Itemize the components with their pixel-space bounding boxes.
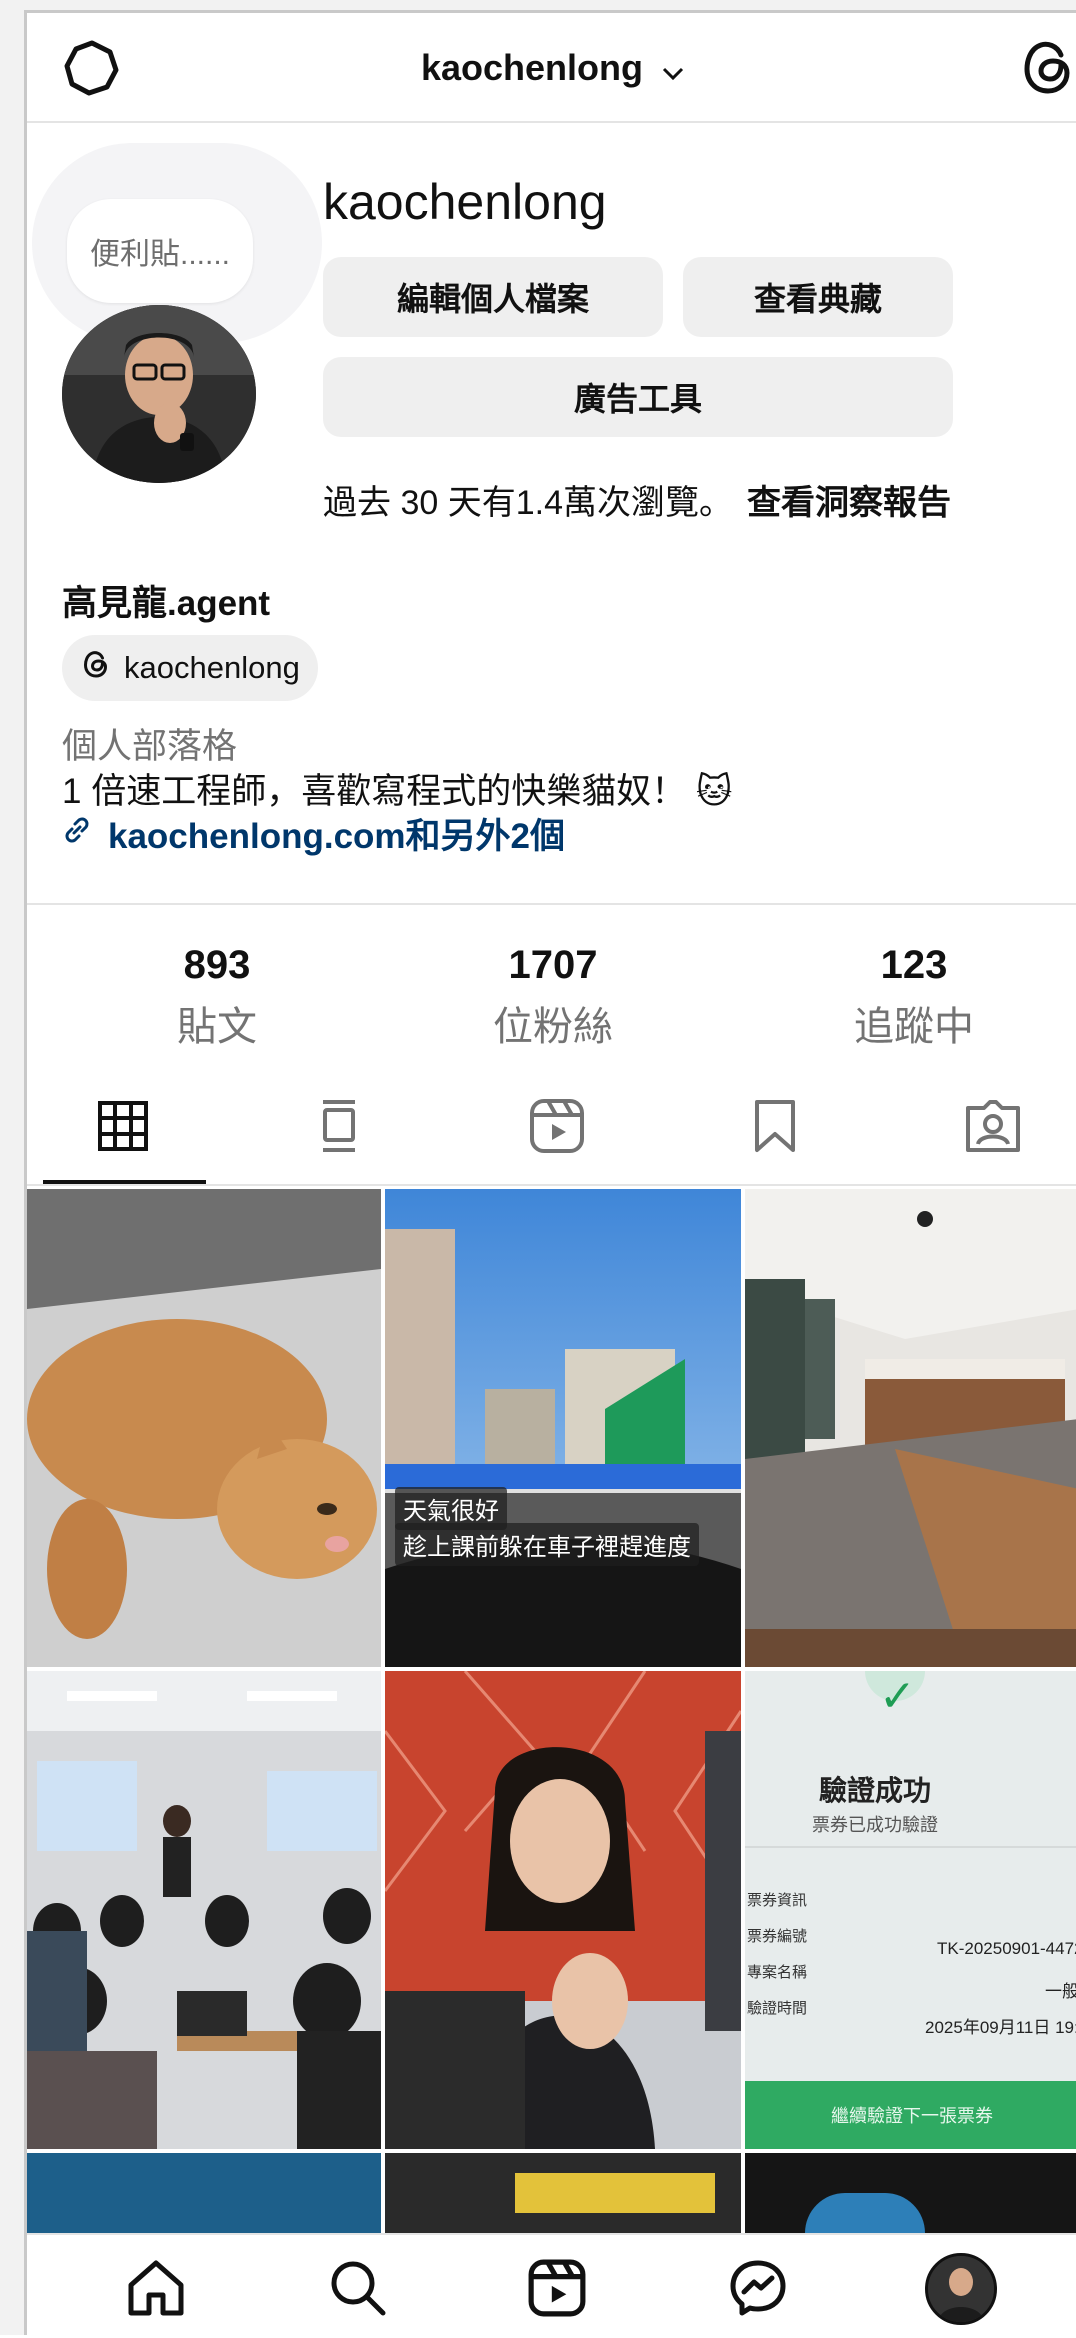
instagram-profile-page: kaochenlong 便利貼...... kaochenlong 編輯個人檔案… bbox=[24, 10, 1076, 2338]
saved-icon bbox=[751, 1098, 799, 1159]
threads-badge[interactable]: kaochenlong bbox=[62, 635, 318, 701]
tab-reels[interactable] bbox=[517, 1088, 597, 1168]
sign-shape bbox=[515, 2173, 715, 2213]
display-name: 高見龍.agent bbox=[62, 584, 271, 623]
edit-profile-button[interactable]: 編輯個人檔案 bbox=[323, 257, 663, 337]
hall-interior-photo bbox=[745, 1189, 1076, 1667]
profile-link[interactable]: kaochenlong.com和另外2個 bbox=[62, 808, 565, 859]
following-label: 追蹤中 bbox=[854, 1005, 974, 1049]
posts-label: 貼文 bbox=[177, 1005, 257, 1049]
tabs-divider bbox=[27, 1184, 1076, 1186]
post-tile[interactable]: ✓ 驗證成功 票券已成功驗證 票券資訊 票券編號 專案名稱 驗證時間 TK-20… bbox=[745, 1671, 1076, 2149]
search-icon bbox=[327, 2257, 389, 2324]
tab-feed[interactable] bbox=[299, 1088, 379, 1168]
post-tile[interactable]: 天氣很好 趁上課前躲在車子裡趕進度 bbox=[385, 1189, 741, 1667]
post-tile[interactable] bbox=[385, 1671, 741, 2149]
next-ticket-button: 繼續驗證下一張票券 bbox=[745, 2081, 1076, 2149]
label-time: 驗證時間 bbox=[747, 2000, 808, 2017]
reels-icon bbox=[528, 1097, 586, 1160]
home-icon bbox=[125, 2257, 187, 2324]
posts-count[interactable]: 893 貼文 bbox=[67, 943, 367, 1052]
verify-subtitle: 票券已成功驗證 bbox=[812, 1815, 938, 1835]
username-switcher[interactable]: kaochenlong bbox=[27, 47, 1076, 91]
verify-time: 2025年09月11日 19:0 bbox=[925, 2018, 1076, 2037]
label-ticket-no: 票券編號 bbox=[747, 1928, 808, 1945]
section-divider bbox=[27, 903, 1076, 905]
posts-value: 893 bbox=[183, 943, 251, 987]
tab-grid[interactable] bbox=[83, 1088, 163, 1168]
post-tile[interactable] bbox=[27, 1189, 381, 1667]
grid-icon bbox=[97, 1100, 149, 1157]
profile-link-text: kaochenlong.com和另外2個 bbox=[108, 817, 566, 856]
profile-bio: 1 倍速工程師，喜歡寫程式的快樂貓奴！ 🐱 bbox=[62, 772, 733, 811]
label-project: 專案名稱 bbox=[747, 1964, 808, 1981]
classroom-photo bbox=[27, 1671, 381, 2149]
nav-reels[interactable] bbox=[526, 2259, 588, 2321]
ticket-number: TK-20250901-4472 bbox=[937, 1939, 1076, 1958]
sports-court-photo bbox=[385, 1189, 741, 1667]
ad-tools-button[interactable]: 廣告工具 bbox=[323, 357, 953, 437]
orange-cat-photo bbox=[27, 1189, 381, 1667]
label-info: 票券資訊 bbox=[747, 1892, 808, 1909]
screen-divider bbox=[745, 1846, 1076, 1848]
verification-screen-photo: ✓ 驗證成功 票券已成功驗證 票券資訊 票券編號 專案名稱 驗證時間 TK-20… bbox=[745, 1671, 1076, 2149]
following-value: 123 bbox=[880, 943, 948, 987]
post-tile[interactable] bbox=[745, 2153, 1076, 2239]
tab-saved[interactable] bbox=[735, 1088, 815, 1168]
header-username: kaochenlong bbox=[420, 47, 643, 88]
followers-value: 1707 bbox=[508, 943, 598, 987]
nav-messenger[interactable] bbox=[727, 2259, 789, 2321]
top-header: kaochenlong bbox=[27, 13, 1076, 123]
view-archive-button[interactable]: 查看典藏 bbox=[683, 257, 953, 337]
profile-note[interactable]: 便利貼...... bbox=[67, 199, 253, 303]
bottom-navigation bbox=[27, 2233, 1076, 2338]
dashboard-glow bbox=[805, 2193, 925, 2233]
post-tile[interactable] bbox=[27, 1671, 381, 2149]
checkmark-icon: ✓ bbox=[879, 1672, 916, 1721]
posts-grid: 天氣很好 趁上課前躲在車子裡趕進度 ✓ 驗證成功 票券已成功驗證 票券資訊 票券… bbox=[27, 1189, 1076, 2239]
ticket-labels: 票券資訊 票券編號 專案名稱 驗證時間 bbox=[747, 1883, 807, 2027]
threads-small-icon bbox=[80, 648, 112, 688]
ticket-type: 一般 bbox=[1045, 1982, 1076, 2001]
threads-icon[interactable] bbox=[1017, 35, 1076, 99]
verify-title: 驗證成功 bbox=[818, 1775, 931, 1806]
reels-icon bbox=[527, 2258, 587, 2323]
feed-icon bbox=[315, 1098, 363, 1159]
tab-tagged[interactable] bbox=[953, 1088, 1033, 1168]
post-tile[interactable] bbox=[745, 1189, 1076, 1667]
following-count[interactable]: 123 追蹤中 bbox=[764, 943, 1064, 1052]
post-caption-line2: 趁上課前躲在車子裡趕進度 bbox=[395, 1523, 699, 1566]
threads-handle: kaochenlong bbox=[124, 650, 300, 685]
tagged-icon bbox=[964, 1098, 1022, 1159]
followers-count[interactable]: 1707 位粉絲 bbox=[403, 943, 703, 1052]
insights-text: 過去 30 天有1.4萬次瀏覽。 bbox=[323, 484, 733, 522]
nav-home[interactable] bbox=[125, 2259, 187, 2321]
note-text: 便利貼...... bbox=[89, 238, 230, 271]
insights-summary: 過去 30 天有1.4萬次瀏覽。 查看洞察報告 bbox=[323, 475, 951, 524]
post-tile[interactable] bbox=[27, 2153, 381, 2239]
nav-profile[interactable] bbox=[925, 2253, 997, 2325]
followers-label: 位粉絲 bbox=[493, 1005, 613, 1049]
nav-search[interactable] bbox=[327, 2259, 389, 2321]
link-icon bbox=[62, 814, 92, 854]
chevron-down-icon bbox=[661, 49, 685, 91]
post-tile[interactable] bbox=[385, 2153, 741, 2239]
view-insights-link[interactable]: 查看洞察報告 bbox=[747, 484, 951, 522]
messenger-icon bbox=[728, 2258, 788, 2323]
profile-avatar[interactable] bbox=[62, 305, 256, 483]
woman-thumbs-up-photo bbox=[385, 1671, 741, 2149]
profile-avatar bbox=[925, 2253, 997, 2325]
profile-username: kaochenlong bbox=[323, 174, 607, 230]
profile-category: 個人部落格 bbox=[62, 727, 238, 766]
